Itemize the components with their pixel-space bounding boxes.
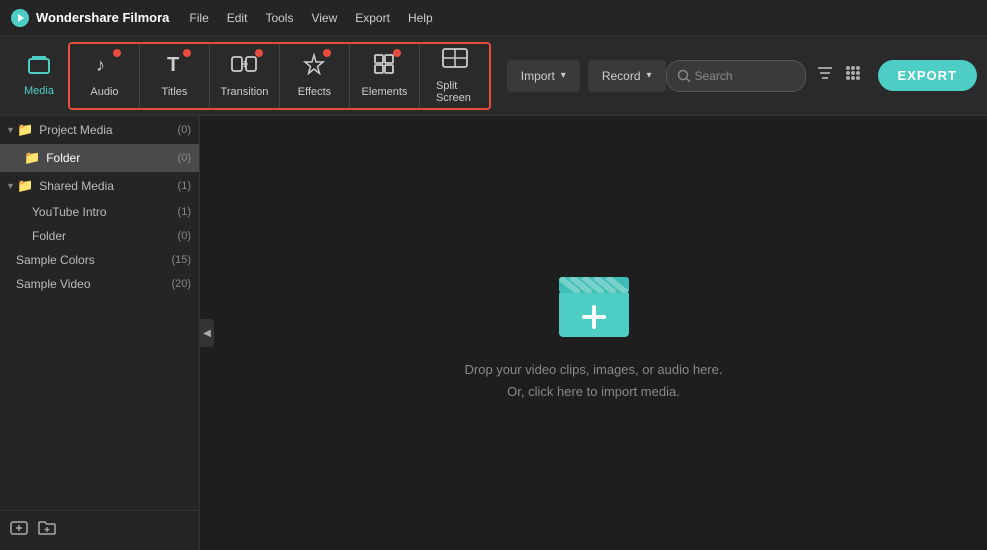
- shared-media-chevron-icon: ▾: [8, 181, 13, 192]
- search-area: [666, 60, 862, 92]
- toolbar: Media ♪ Audio T Titles: [0, 36, 987, 116]
- svg-text:♪: ♪: [96, 55, 105, 75]
- new-folder-icon: [38, 519, 56, 537]
- logo-icon: [10, 8, 30, 28]
- search-box[interactable]: [666, 60, 806, 92]
- youtube-intro-count: (1): [178, 206, 191, 218]
- tab-elements[interactable]: Elements: [350, 44, 420, 108]
- title-bar: Wondershare Filmora File Edit Tools View…: [0, 0, 987, 36]
- media-tab[interactable]: Media: [10, 47, 68, 105]
- new-folder-button[interactable]: [38, 519, 56, 542]
- tab-transition[interactable]: Transition: [210, 44, 280, 108]
- project-media-folder-icon: 📁: [17, 122, 33, 138]
- sidebar-project-media[interactable]: ▾ 📁 Project Media (0): [0, 116, 199, 144]
- tab-effects[interactable]: Effects: [280, 44, 350, 108]
- menu-help[interactable]: Help: [408, 11, 433, 25]
- toolbar-tabs: ♪ Audio T Titles: [68, 42, 491, 110]
- app-logo: Wondershare Filmora: [10, 8, 169, 28]
- sidebar-bottom: [0, 510, 199, 550]
- effects-label: Effects: [298, 86, 331, 98]
- folder-label: Folder: [46, 151, 173, 165]
- titles-badge: [183, 49, 191, 57]
- sample-colors-count: (15): [171, 254, 191, 266]
- effects-icon: [303, 53, 325, 81]
- app-brand: Wondershare Filmora: [36, 10, 169, 25]
- menu-export[interactable]: Export: [355, 11, 390, 25]
- content-area[interactable]: Drop your video clips, images, or audio …: [200, 116, 987, 550]
- sidebar-sample-colors[interactable]: Sample Colors (15): [0, 248, 199, 272]
- import-button[interactable]: Import ▾: [507, 60, 580, 92]
- drop-line-2: Or, click here to import media.: [507, 384, 680, 399]
- search-input[interactable]: [695, 69, 795, 83]
- record-chevron-icon: ▾: [647, 70, 652, 81]
- elements-label: Elements: [362, 86, 408, 98]
- menu-file[interactable]: File: [189, 11, 208, 25]
- folder-count: (0): [178, 152, 191, 164]
- toolbar-actions: Import ▾ Record ▾: [507, 60, 666, 92]
- drop-line-1: Drop your video clips, images, or audio …: [465, 362, 723, 377]
- sidebar-folder[interactable]: 📁 Folder (0): [0, 144, 199, 172]
- split-screen-label: Split Screen: [436, 80, 474, 104]
- shared-media-folder-icon: 📁: [17, 178, 33, 194]
- sidebar-collapse-button[interactable]: ◀: [200, 319, 214, 347]
- sidebar-shared-folder[interactable]: Folder (0): [0, 224, 199, 248]
- drop-zone: Drop your video clips, images, or audio …: [465, 263, 723, 403]
- transition-badge: [255, 49, 263, 57]
- sample-colors-label: Sample Colors: [16, 253, 171, 267]
- youtube-intro-label: YouTube Intro: [32, 205, 178, 219]
- menu-bar: File Edit Tools View Export Help: [189, 11, 432, 25]
- project-media-count: (0): [178, 124, 191, 136]
- menu-tools[interactable]: Tools: [265, 11, 293, 25]
- tab-titles[interactable]: T Titles: [140, 44, 210, 108]
- clapper-icon: [549, 263, 639, 343]
- titles-icon: T: [163, 53, 185, 81]
- shared-media-count: (1): [178, 180, 191, 192]
- media-label: Media: [24, 85, 54, 97]
- record-label: Record: [602, 69, 641, 83]
- filter-icon: [816, 64, 834, 82]
- shared-folder-label: Folder: [32, 229, 178, 243]
- split-screen-icon: [442, 47, 468, 75]
- folder-icon: 📁: [24, 150, 40, 166]
- record-button[interactable]: Record ▾: [588, 60, 666, 92]
- sample-video-count: (20): [171, 278, 191, 290]
- audio-label: Audio: [90, 86, 118, 98]
- search-icon: [677, 69, 691, 83]
- tab-audio[interactable]: ♪ Audio: [70, 44, 140, 108]
- menu-edit[interactable]: Edit: [227, 11, 248, 25]
- sidebar: ▾ 📁 Project Media (0) 📁 Folder (0) ▾ 📁 S…: [0, 116, 200, 550]
- sidebar-shared-media[interactable]: ▾ 📁 Shared Media (1): [0, 172, 199, 200]
- filter-button[interactable]: [816, 64, 834, 87]
- sidebar-youtube-intro[interactable]: YouTube Intro (1): [0, 200, 199, 224]
- menu-view[interactable]: View: [311, 11, 337, 25]
- sample-video-label: Sample Video: [16, 277, 171, 291]
- elements-badge: [393, 49, 401, 57]
- tab-split-screen[interactable]: Split Screen: [420, 44, 490, 108]
- import-chevron-icon: ▾: [561, 70, 566, 81]
- audio-badge: [113, 49, 121, 57]
- audio-icon: ♪: [93, 53, 115, 81]
- media-icon: [28, 55, 50, 81]
- project-media-chevron-icon: ▾: [8, 125, 13, 136]
- shared-folder-count: (0): [178, 230, 191, 242]
- export-button[interactable]: EXPORT: [878, 60, 977, 91]
- add-media-icon: [10, 519, 28, 537]
- transition-icon: [231, 53, 257, 81]
- grid-view-button[interactable]: [844, 64, 862, 87]
- elements-icon: [373, 53, 395, 81]
- shared-media-label: Shared Media: [39, 179, 173, 193]
- grid-icon: [844, 64, 862, 82]
- import-label: Import: [521, 69, 555, 83]
- transition-label: Transition: [221, 86, 269, 98]
- drop-text[interactable]: Drop your video clips, images, or audio …: [465, 359, 723, 403]
- add-media-button[interactable]: [10, 519, 28, 542]
- effects-badge: [323, 49, 331, 57]
- main-area: ▾ 📁 Project Media (0) 📁 Folder (0) ▾ 📁 S…: [0, 116, 987, 550]
- titles-label: Titles: [162, 86, 188, 98]
- sidebar-sample-video[interactable]: Sample Video (20): [0, 272, 199, 296]
- svg-text:T: T: [167, 54, 179, 75]
- project-media-label: Project Media: [39, 123, 173, 137]
